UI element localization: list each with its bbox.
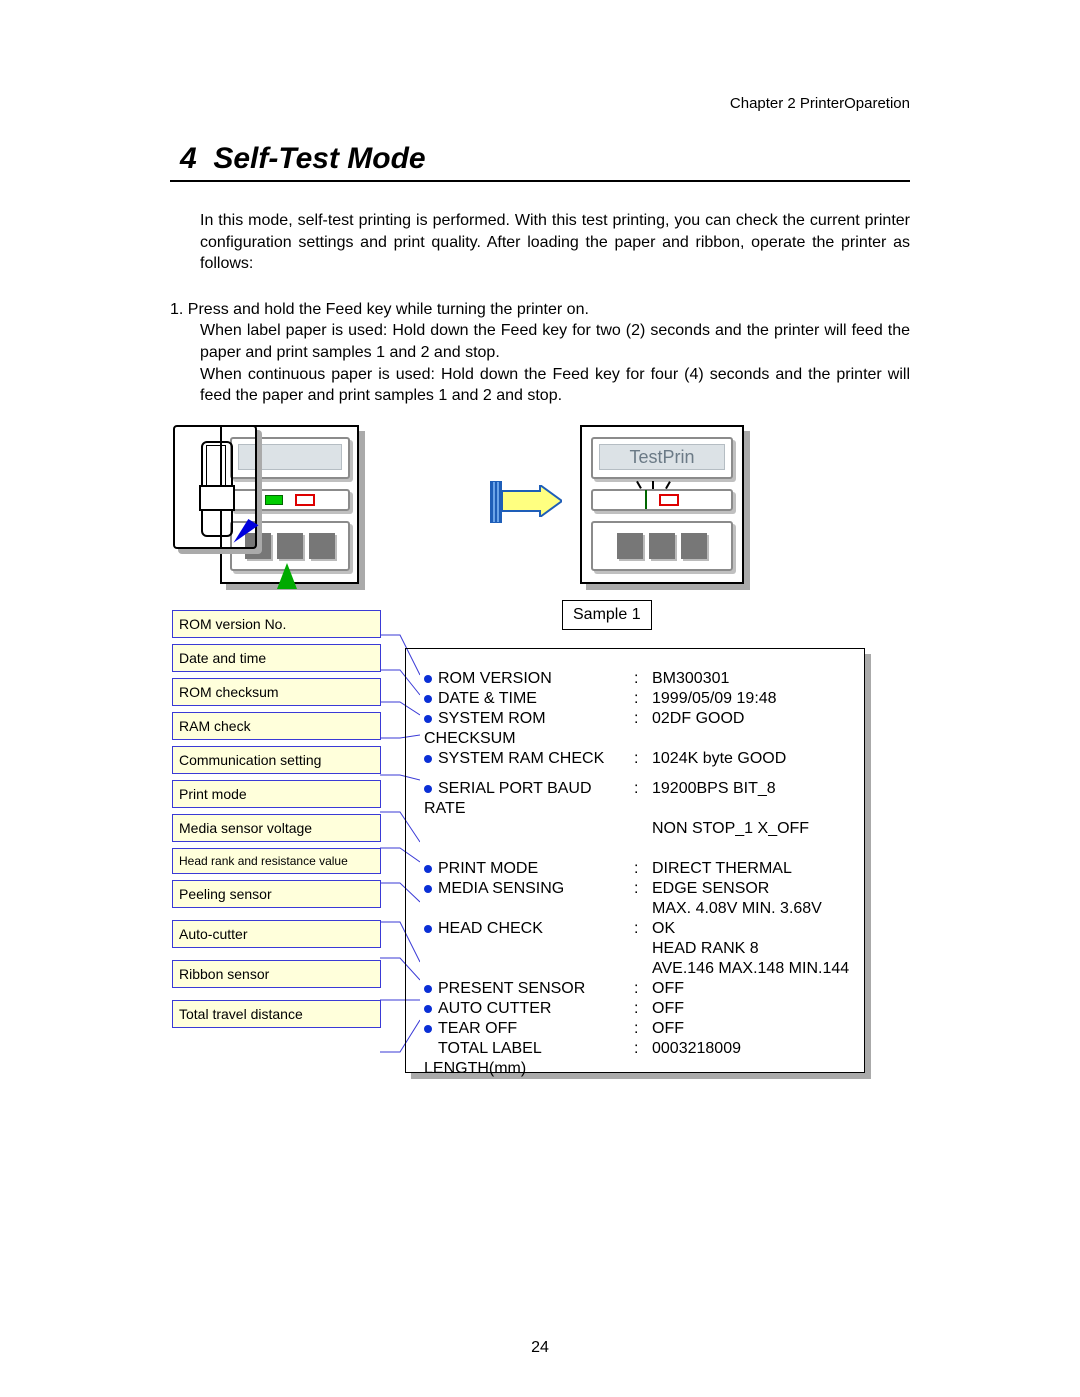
power-switch-panel [170,425,260,555]
callout-box: Ribbon sensor [172,960,381,988]
diagram-row: TestPrin [170,425,910,605]
printout-continuation: MAX. 4.08V MIN. 3.68V [652,899,852,919]
panel-button [277,533,303,559]
printout-key: TOTAL LABEL LENGTH(mm) [424,1040,541,1077]
printout-key: AUTO CUTTER [438,1000,551,1017]
bullet-icon [424,785,432,793]
callout-box: ROM version No. [172,610,381,638]
printout-value: DIRECT THERMAL [652,859,852,879]
bullet-icon [424,885,432,893]
step-1-lead: 1. Press and hold the Feed key while tur… [170,299,910,321]
led-red [295,494,315,506]
printout-value: 02DF GOOD [652,709,852,749]
printout-row: ROM VERSION:BM300301 [424,669,852,689]
printout-value: OFF [652,1019,852,1039]
sample-printout: ROM VERSION:BM300301DATE & TIME:1999/05/… [405,648,865,1073]
printout-value: OFF [652,999,852,1019]
printout-row: SYSTEM ROM CHECKSUM:02DF GOOD [424,709,852,749]
callout-box: Print mode [172,780,381,808]
feed-key-arrow-icon [277,563,297,589]
step-1-para-2: When continuous paper is used: Hold down… [200,364,910,407]
printout-row: TEAR OFF:OFF [424,1019,852,1039]
printout-row: HEAD CHECK:OK [424,919,852,939]
printout-value: OFF [652,979,852,999]
step-arrow-icon [502,485,562,517]
bullet-icon [424,1025,432,1033]
printout-row: SERIAL PORT BAUD RATE:19200BPS BIT_8 [424,779,852,819]
lcd-text: TestPrin [599,444,725,470]
printout-row: PRESENT SENSOR:OFF [424,979,852,999]
step-1-para-1: When label paper is used: Hold down the … [200,320,910,363]
panel-button [309,533,335,559]
callout-box: Head rank and resistance value [172,848,381,874]
printout-row: TOTAL LABEL LENGTH(mm):0003218009 [424,1039,852,1079]
bullet-icon [424,755,432,763]
printout-key: MEDIA SENSING [438,880,564,897]
printout-value: 0003218009 [652,1039,852,1079]
printout-key: HEAD CHECK [438,920,543,937]
bullet-icon [424,695,432,703]
section-number: 4 [180,142,197,175]
printout-value: 19200BPS BIT_8 [652,779,852,819]
callout-box: Date and time [172,644,381,672]
printout-key: TEAR OFF [438,1020,517,1037]
callout-box: Peeling sensor [172,880,381,908]
printout-continuation: NON STOP_1 X_OFF [652,819,852,839]
section-title: 4 Self-Test Mode [170,142,910,182]
callout-box: Auto-cutter [172,920,381,948]
pipe-icon [490,481,502,523]
printout-value: EDGE SENSOR [652,879,852,899]
printout-row: SYSTEM RAM CHECK:1024K byte GOOD [424,749,852,769]
printout-continuation: HEAD RANK 8 [652,939,852,959]
chapter-header: Chapter 2 PrinterOparetion [170,95,910,112]
printout-key: PRESENT SENSOR [438,980,585,997]
printout-key: DATE & TIME [438,690,537,707]
printout-row: DATE & TIME:1999/05/09 19:48 [424,689,852,709]
page-number: 24 [0,1339,1080,1357]
bullet-icon [424,925,432,933]
printout-key: PRINT MODE [438,860,538,877]
intro-paragraph: In this mode, self-test printing is perf… [200,210,910,275]
printout-continuation: AVE.146 MAX.148 MIN.144 [652,959,852,979]
printout-value: OK [652,919,852,939]
callout-box: Media sensor voltage [172,814,381,842]
printout-value: BM300301 [652,669,852,689]
panel-button [649,533,675,559]
printout-key: ROM VERSION [438,670,552,687]
led-green [265,495,283,505]
printout-key: SYSTEM ROM CHECKSUM [424,710,546,747]
printout-key: SERIAL PORT BAUD RATE [424,780,592,817]
sample-label: Sample 1 [562,600,652,630]
led-red [659,494,679,506]
printout-value: 1024K byte GOOD [652,749,852,769]
printer-panel-after: TestPrin [580,425,744,584]
callout-box: Total travel distance [172,1000,381,1028]
callout-box: ROM checksum [172,678,381,706]
section-title-text: Self-Test Mode [213,142,425,175]
callout-box: RAM check [172,712,381,740]
printout-key: SYSTEM RAM CHECK [438,750,604,767]
callout-box: Communication setting [172,746,381,774]
printout-row: MEDIA SENSING:EDGE SENSOR [424,879,852,899]
panel-button [617,533,643,559]
bullet-icon [424,865,432,873]
printout-row: AUTO CUTTER:OFF [424,999,852,1019]
led-green-blinking [645,490,647,509]
bullet-icon [424,985,432,993]
bullet-icon [424,715,432,723]
bullet-icon [424,675,432,683]
panel-button [681,533,707,559]
callout-list: ROM version No. Date and time ROM checksum… [172,610,402,1040]
bullet-icon [424,1005,432,1013]
printout-value: 1999/05/09 19:48 [652,689,852,709]
printout-row: PRINT MODE:DIRECT THERMAL [424,859,852,879]
